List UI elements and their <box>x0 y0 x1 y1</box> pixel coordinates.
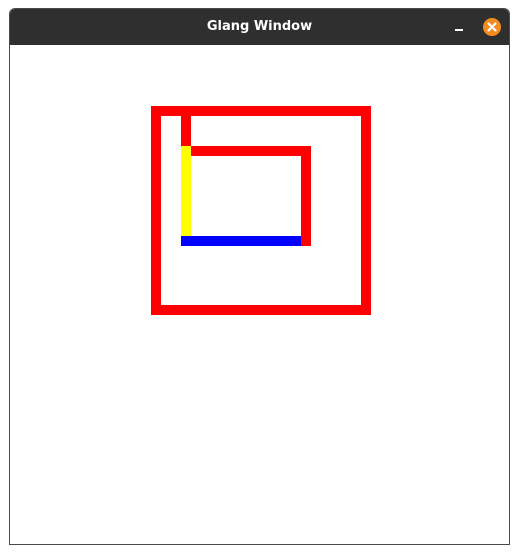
app-window: Glang Window <box>9 8 510 545</box>
outer-square-left <box>151 106 161 315</box>
drawing-surface <box>151 106 371 315</box>
minimize-icon <box>455 29 463 31</box>
title-bar[interactable]: Glang Window <box>10 9 509 45</box>
close-button[interactable] <box>483 18 501 36</box>
window-title: Glang Window <box>206 19 313 34</box>
inner-stem <box>181 116 191 146</box>
drawing-canvas[interactable] <box>10 45 509 544</box>
inner-rect-left <box>181 146 191 236</box>
close-icon <box>483 18 501 36</box>
outer-square-right <box>361 106 371 315</box>
outer-square-bottom <box>151 305 371 315</box>
minimize-button[interactable] <box>451 19 467 35</box>
outer-square-top <box>151 106 371 116</box>
inner-rect-top <box>181 146 311 156</box>
inner-rect-right <box>301 146 311 246</box>
inner-rect-bottom <box>181 236 301 246</box>
